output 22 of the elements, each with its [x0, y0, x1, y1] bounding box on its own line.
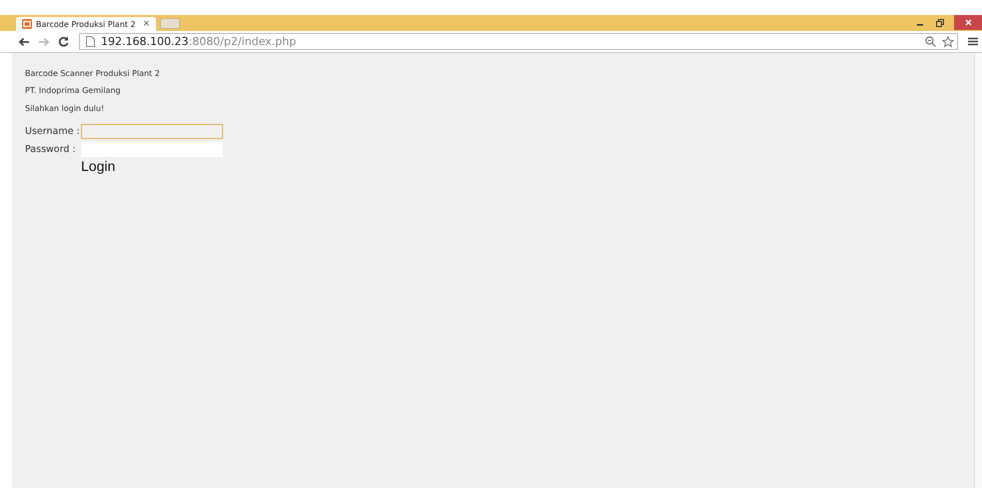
app-icon	[22, 19, 32, 29]
address-bar[interactable]: 192.168.100.23:8080/p2/index.php	[79, 33, 958, 50]
close-tab-icon[interactable]: ×	[142, 19, 150, 29]
close-window-button[interactable]	[954, 15, 982, 30]
login-prompt: Silahkan login dulu!	[25, 104, 106, 113]
close-icon	[964, 19, 972, 26]
scrollbar[interactable]	[974, 53, 982, 488]
zoom-icon[interactable]	[925, 36, 936, 47]
reload-icon[interactable]	[58, 36, 69, 47]
field-label: Password :	[25, 144, 77, 154]
company-name: PT. Indoprima Gemilang	[25, 86, 122, 95]
menu-icon[interactable]	[968, 37, 978, 46]
browser-tab[interactable]: Barcode Produksi Plant 2 ×	[16, 17, 156, 31]
star-icon[interactable]	[942, 36, 954, 48]
page-icon	[86, 36, 95, 47]
back-icon[interactable]	[18, 36, 30, 46]
restore-icon[interactable]	[936, 19, 944, 27]
field-label: Username :	[25, 126, 81, 136]
tab-title: Barcode Produksi Plant 2	[36, 20, 136, 28]
input-field[interactable]	[81, 124, 223, 138]
page-heading: Barcode Scanner Produksi Plant 2	[25, 69, 160, 78]
login-button[interactable]: Login	[81, 158, 116, 174]
